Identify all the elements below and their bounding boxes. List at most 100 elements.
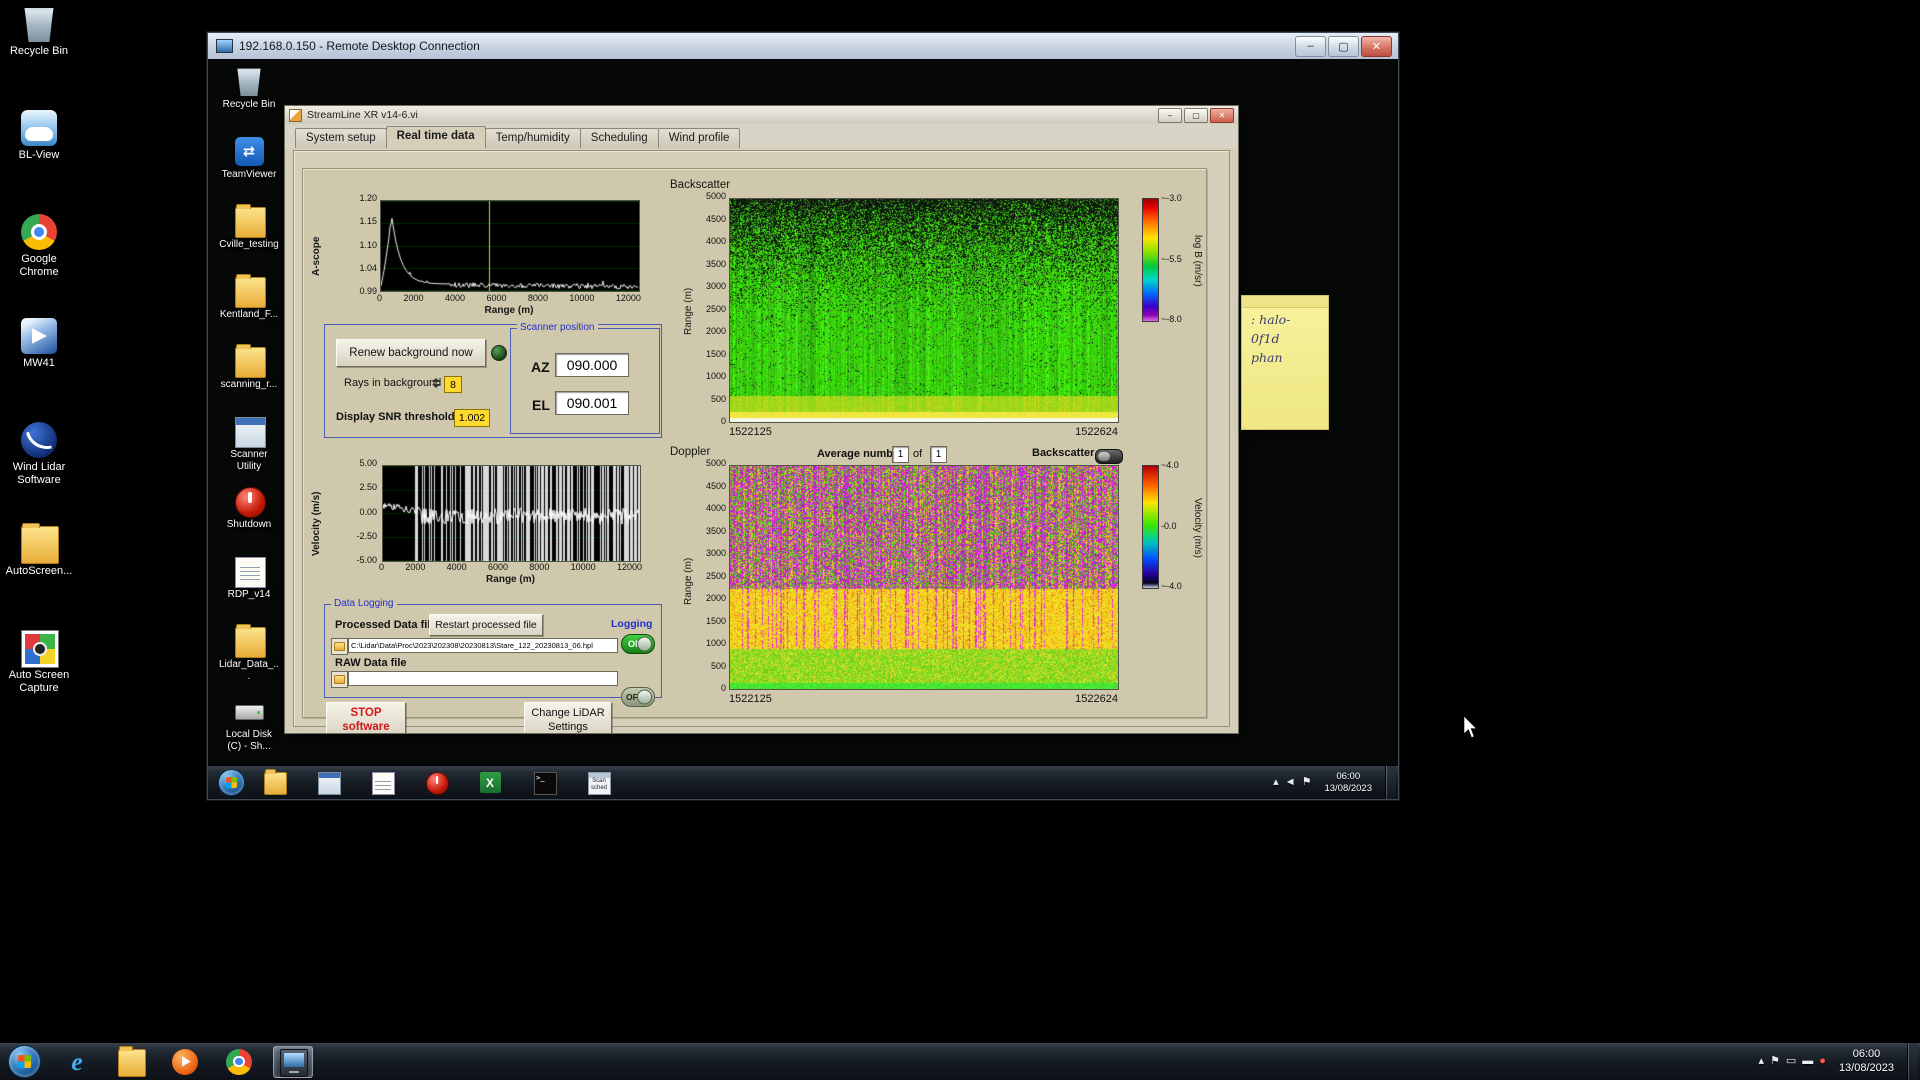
average-of-field[interactable]: 1: [930, 446, 947, 463]
tab-strip: System setup Real time data Temp/humidity S…: [285, 124, 1238, 149]
desktop-icon-kentland-f[interactable]: Kentland_F...: [218, 277, 280, 347]
action-center-icon[interactable]: ⚑: [1770, 1056, 1780, 1067]
close-icon[interactable]: ✕: [1361, 36, 1392, 57]
restart-processed-file-button[interactable]: Restart processed file: [429, 614, 543, 636]
sticky-note[interactable]: : halo- 0f1d phan: [1241, 295, 1329, 430]
action-center-icon[interactable]: ⚑: [1302, 777, 1312, 788]
backscatter-y-tick: 500: [697, 395, 726, 404]
note-icon: [235, 557, 266, 588]
taskbar-item-scan-scheduler[interactable]: Scan sched: [581, 769, 615, 797]
display-icon[interactable]: ▭: [1786, 1056, 1796, 1067]
ascope-y-tick: 1.15: [341, 217, 377, 226]
taskbar-item-console-app[interactable]: [527, 769, 561, 797]
processed-logging-toggle[interactable]: ON: [621, 634, 655, 654]
raw-logging-toggle[interactable]: OFF: [621, 687, 655, 707]
raw-path-browse-button[interactable]: [331, 671, 348, 688]
labview-titlebar[interactable]: StreamLine XR v14-6.vi – ▢ ✕: [285, 106, 1238, 125]
up-arrow-icon[interactable]: ▴: [1273, 777, 1279, 788]
change-lidar-settings-button[interactable]: Change LiDAR Settings: [524, 702, 612, 733]
desktop-icon-cville-testing[interactable]: Cville_testing: [218, 207, 280, 277]
taskbar-item-google-chrome[interactable]: [219, 1046, 259, 1078]
average-number-field[interactable]: 1: [892, 446, 909, 463]
velocity-x-tick: 2000: [405, 563, 425, 572]
desktop-icon-recycle-bin[interactable]: Recycle Bin: [218, 67, 280, 137]
rdp-titlebar[interactable]: 192.168.0.150 - Remote Desktop Connectio…: [208, 33, 1398, 60]
taskbar-item-windows-explorer[interactable]: [111, 1046, 151, 1078]
rays-spinner[interactable]: [431, 375, 441, 391]
mw41-icon: [21, 318, 57, 354]
desktop-icon-scanning-r[interactable]: scanning_r...: [218, 347, 280, 417]
taskbar-item-mini-label: Scan sched: [590, 778, 609, 791]
close-icon[interactable]: ✕: [1210, 108, 1234, 123]
maximize-icon[interactable]: ▢: [1184, 108, 1208, 123]
renew-background-button[interactable]: Renew background now: [336, 339, 486, 367]
desktop-icon-teamviewer[interactable]: TeamViewer: [218, 137, 280, 207]
tab-temp-humidity[interactable]: Temp/humidity: [485, 128, 581, 148]
el-value-field[interactable]: 090.001: [555, 391, 629, 415]
taskbar-item-windows-explorer[interactable]: [257, 769, 291, 797]
desktop-icon-rdp-v14[interactable]: RDP_v14: [218, 557, 280, 627]
taskbar-item-media-player[interactable]: [165, 1046, 205, 1078]
desktop-icon-mw41[interactable]: MW41: [2, 318, 76, 422]
minimize-icon[interactable]: –: [1158, 108, 1182, 123]
ascope-x-tick: 2000: [403, 294, 423, 303]
start-button[interactable]: [218, 769, 245, 796]
desktop-icon-auto-screen-capture[interactable]: Auto Screen Capture: [2, 630, 76, 734]
rays-value-field[interactable]: 8: [444, 376, 462, 393]
up-arrow-icon[interactable]: ▴: [1758, 1056, 1764, 1067]
stop-software-button[interactable]: STOP software: [326, 702, 406, 733]
tab-system-setup[interactable]: System setup: [295, 128, 387, 148]
desktop-icon-shutdown[interactable]: Shutdown: [218, 487, 280, 557]
backscatter-heatmap[interactable]: [729, 198, 1119, 423]
minimize-icon[interactable]: –: [1295, 36, 1326, 57]
snr-threshold-field[interactable]: 1.002: [454, 409, 490, 427]
desktop-icon-scanner-utility[interactable]: Scanner Utility: [218, 417, 280, 487]
battery-icon[interactable]: ▬: [1802, 1056, 1813, 1067]
processed-path-field[interactable]: C:\Lidar\Data\Proc\2023\202308\20230813\…: [348, 638, 618, 653]
ascope-plot[interactable]: [380, 200, 640, 292]
desktop-icon-local-disk-c-sh[interactable]: Local Disk (C) - Sh...: [218, 697, 280, 767]
start-button[interactable]: [8, 1045, 41, 1078]
taskbar-item-shutdown-app[interactable]: [419, 769, 453, 797]
host-clock-time: 06:00: [1839, 1048, 1894, 1062]
taskbar-item-computer[interactable]: [311, 769, 345, 797]
tab-real-time-data[interactable]: Real time data: [386, 126, 486, 148]
desktop-icon-label: Wind Lidar Software: [2, 461, 76, 486]
rdp-taskbar-clock[interactable]: 06:00 13/08/2023: [1318, 771, 1378, 795]
taskbar-item-internet-explorer[interactable]: [57, 1046, 97, 1078]
record-icon[interactable]: ●: [1819, 1056, 1826, 1067]
rdp-app-icon: [216, 39, 233, 53]
taskbar-item-spreadsheet-app[interactable]: [473, 769, 507, 797]
tab-scheduling[interactable]: Scheduling: [580, 128, 659, 148]
sticky-note-line: : halo-: [1251, 312, 1328, 329]
renew-background-led[interactable]: [491, 345, 507, 361]
mouse-cursor: [1462, 714, 1479, 740]
backscatter-display-toggle[interactable]: [1095, 449, 1123, 464]
console-icon: [534, 772, 557, 795]
host-taskbar-clock[interactable]: 06:00 13/08/2023: [1833, 1048, 1900, 1076]
taskbar-item-notes-app[interactable]: [365, 769, 399, 797]
desktop-icon-lidar-data[interactable]: Lidar_Data_...: [218, 627, 280, 697]
host-clock-date: 13/08/2023: [1839, 1062, 1894, 1076]
ascope-y-tick: 1.20: [341, 194, 377, 203]
doppler-y-tick: 1500: [697, 617, 726, 626]
az-value-field[interactable]: 090.000: [555, 353, 629, 377]
maximize-icon[interactable]: ▢: [1328, 36, 1359, 57]
processed-path-browse-button[interactable]: [331, 638, 348, 655]
velocity-plot[interactable]: [382, 465, 641, 562]
desktop-icon-autoscreen[interactable]: AutoScreen...: [2, 526, 76, 630]
doppler-heatmap[interactable]: [729, 465, 1119, 690]
show-desktop-button[interactable]: [1907, 1043, 1918, 1080]
volume-icon[interactable]: ◄: [1285, 777, 1296, 788]
tab-wind-profile[interactable]: Wind profile: [658, 128, 741, 148]
raw-path-field[interactable]: [348, 671, 618, 686]
desktop-icon-wind-lidar-software[interactable]: Wind Lidar Software: [2, 422, 76, 526]
show-desktop-button[interactable]: [1385, 766, 1396, 799]
note-icon: [372, 772, 395, 795]
doppler-y-tick: 3500: [697, 527, 726, 536]
ascope-y-tick: 0.99: [341, 287, 377, 296]
taskbar-item-remote-desktop[interactable]: [273, 1046, 313, 1078]
desktop-icon-google-chrome[interactable]: Google Chrome: [2, 214, 76, 318]
desktop-icon-bl-view[interactable]: BL-View: [2, 110, 76, 214]
desktop-icon-recycle-bin[interactable]: Recycle Bin: [2, 6, 76, 110]
